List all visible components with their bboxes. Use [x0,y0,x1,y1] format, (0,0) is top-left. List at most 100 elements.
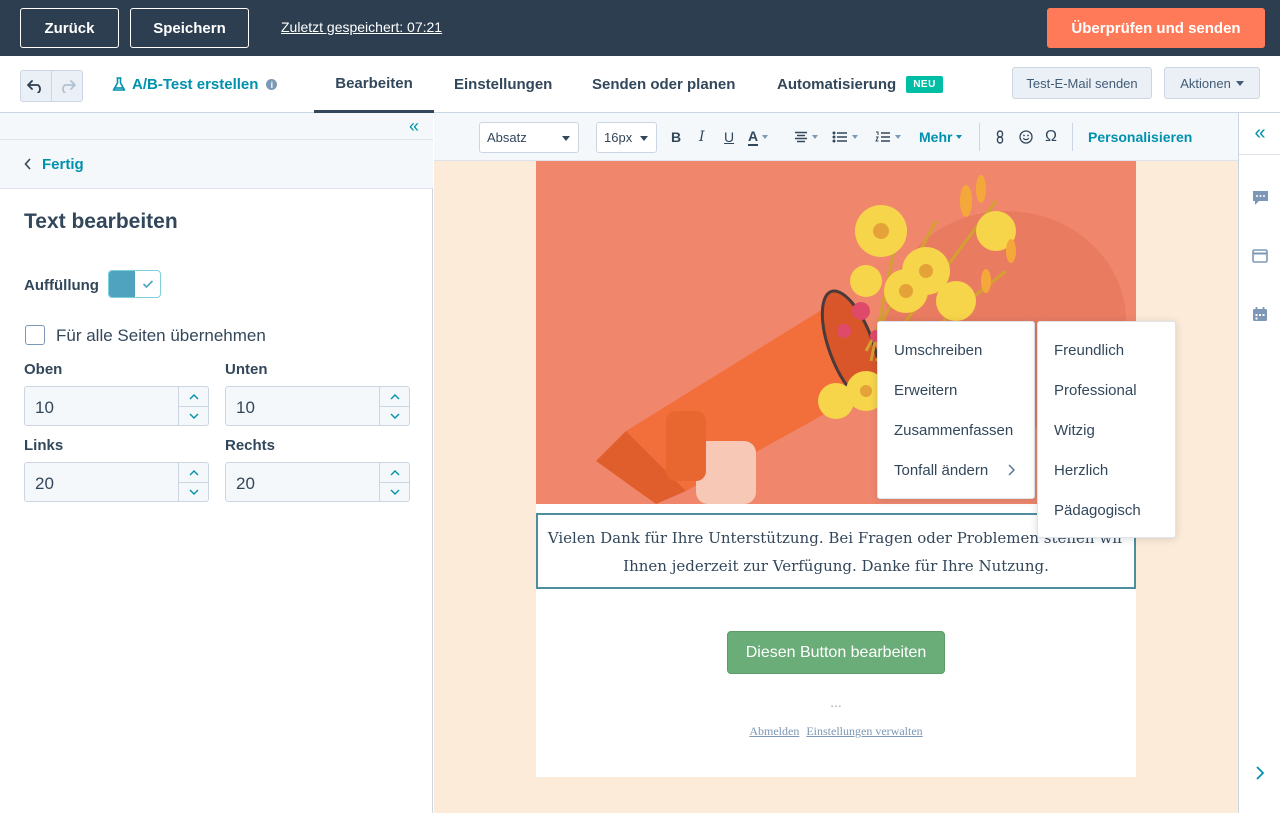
chevron-down-icon [189,413,198,419]
numbered-list-icon[interactable] [875,127,901,147]
text-color-icon[interactable]: A [748,127,769,147]
chevron-down-icon [390,413,399,419]
actions-label: Aktionen [1180,75,1231,91]
save-button[interactable]: Speichern [130,8,249,48]
decrement-button[interactable] [380,406,409,425]
tone-submenu: Freundlich Professional Witzig Herzlich … [1037,321,1176,538]
info-icon[interactable]: i [266,79,278,90]
bottom-label: Unten [225,361,268,378]
padding-left-input[interactable]: 20 [24,462,209,502]
menu-item-expand[interactable]: Erweitern [894,382,957,399]
tab-label: Einstellungen [454,76,553,93]
send-test-email-button[interactable]: Test-E-Mail senden [1012,67,1152,99]
menu-item-summarize[interactable]: Zusammenfassen [894,422,1013,439]
ai-assistant-menu: Umschreiben Erweitern Zusammenfassen Ton… [877,321,1035,499]
tone-friendly[interactable]: Freundlich [1054,342,1124,359]
padding-top-input[interactable]: 10 [24,386,209,426]
chevron-down-icon [562,136,570,141]
left-label: Links [24,437,64,454]
text-line: Ihnen jederzeit zur Verfügung. Danke für… [623,557,1049,575]
double-chevron-left-icon: « [1254,122,1266,144]
font-size-select[interactable]: 16px [596,122,657,153]
increment-button[interactable] [179,387,208,406]
align-icon[interactable] [794,127,818,147]
more-dropdown[interactable]: Mehr [919,127,963,147]
back-button[interactable]: Zurück [20,8,119,48]
decrement-button[interactable] [179,406,208,425]
panel-title: Text bearbeiten [24,210,178,233]
bold-icon[interactable]: B [671,127,681,147]
right-sidebar: « [1238,113,1280,813]
chevron-down-icon [640,136,648,141]
block-style-select[interactable]: Absatz [479,122,579,153]
more-label: Mehr [919,129,953,145]
collapse-panel-icon[interactable]: « [409,117,419,135]
chevron-right-icon [1008,464,1015,476]
link-icon[interactable] [995,127,1005,147]
tone-educational[interactable]: Pädagogisch [1054,502,1141,519]
panel-collapse-bar: « [0,113,433,140]
menu-item-label: Tonfall ändern [894,462,989,479]
top-label: Oben [24,361,63,378]
toolbar-divider [1072,123,1073,151]
tone-warm[interactable]: Herzlich [1054,462,1108,479]
chevron-up-icon [189,393,198,399]
increment-button[interactable] [380,387,409,406]
padding-left-value: 20 [35,474,54,493]
tab-label: Automatisierung [777,76,897,93]
right-label: Rechts [225,437,276,454]
top-bar: Zurück Speichern Zuletzt gespeichert: 07… [0,0,1280,56]
padding-right-value: 20 [236,474,255,493]
manage-preferences-link[interactable]: Einstellungen verwalten [806,724,922,738]
menu-item-change-tone[interactable]: Tonfall ändern [894,462,1024,479]
redo-icon [62,80,76,93]
comments-icon[interactable] [1251,189,1269,207]
tone-witty[interactable]: Witzig [1054,422,1095,439]
chevron-up-icon [390,469,399,475]
ab-test-button[interactable]: A/B-Test erstellen i [112,76,278,93]
redo-button[interactable] [51,71,82,101]
actions-dropdown[interactable]: Aktionen [1164,67,1260,99]
expand-sidebar-button[interactable]: « [1239,113,1280,155]
apply-all-label: Für alle Seiten übernehmen [56,326,266,345]
apply-all-checkbox[interactable] [25,325,45,345]
bullet-list-icon[interactable] [832,127,858,147]
padding-label: Auffüllung [24,277,99,294]
tab-bearbeiten[interactable]: Bearbeiten [314,56,434,113]
chevron-up-icon [189,469,198,475]
check-icon [142,280,154,289]
padding-bottom-input[interactable]: 10 [225,386,410,426]
undo-button[interactable] [21,71,51,101]
undo-icon [27,80,41,93]
tab-label: Senden oder planen [592,76,736,93]
emoji-icon[interactable] [1019,127,1033,147]
menu-item-rewrite[interactable]: Umschreiben [894,342,982,359]
cta-button[interactable]: Diesen Button bearbeiten [727,631,945,674]
calendar-icon[interactable] [1251,305,1269,323]
tab-automatisierung[interactable]: Automatisierung NEU [777,56,943,113]
decrement-button[interactable] [380,482,409,501]
underline-icon[interactable]: U [724,127,734,147]
chevron-right-icon[interactable] [1251,764,1269,782]
tone-professional[interactable]: Professional [1054,382,1137,399]
tab-einstellungen[interactable]: Einstellungen [454,56,552,113]
last-saved-link[interactable]: Zuletzt gespeichert: 07:21 [281,19,442,35]
done-back-link[interactable]: Fertig [0,140,433,189]
increment-button[interactable] [179,463,208,482]
unsubscribe-link[interactable]: Abmelden [749,724,799,738]
new-badge: NEU [906,76,943,93]
chevron-down-icon [189,489,198,495]
padding-toggle[interactable] [108,270,161,298]
done-label: Fertig [42,155,84,173]
tab-senden-oder-planen[interactable]: Senden oder planen [592,56,735,113]
italic-icon[interactable]: I [699,127,705,147]
personalize-button[interactable]: Personalisieren [1088,127,1192,147]
increment-button[interactable] [380,463,409,482]
decrement-button[interactable] [179,482,208,501]
padding-right-input[interactable]: 20 [225,462,410,502]
ab-test-label: A/B-Test erstellen [132,76,259,93]
special-character-icon[interactable]: Ω [1045,127,1057,147]
padding-top-stepper [178,387,208,425]
review-and-send-button[interactable]: Überprüfen und senden [1047,8,1265,48]
preview-window-icon[interactable] [1251,247,1269,265]
